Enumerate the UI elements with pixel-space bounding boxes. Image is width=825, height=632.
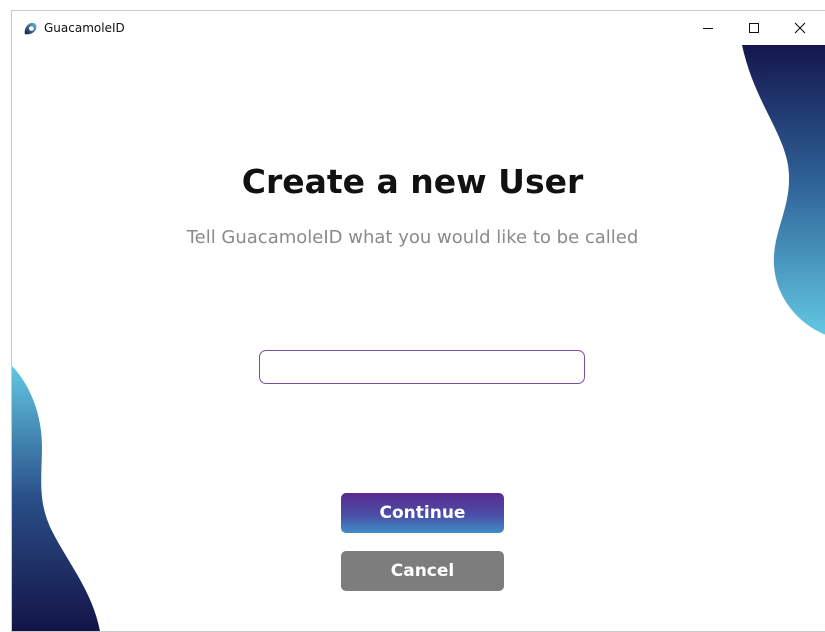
window-title: GuacamoleID — [44, 21, 125, 35]
minimize-icon — [703, 28, 713, 29]
page-subtitle: Tell GuacamoleID what you would like to … — [186, 227, 639, 248]
username-input[interactable] — [259, 350, 585, 384]
maximize-button[interactable] — [731, 11, 777, 45]
page-title: Create a new User — [241, 162, 584, 201]
close-button[interactable] — [777, 11, 823, 45]
maximize-icon — [749, 23, 759, 33]
guacamole-logo-icon — [24, 22, 37, 35]
close-icon — [794, 22, 806, 34]
decorative-blob-left — [12, 366, 100, 631]
decorative-blob-right — [742, 45, 825, 335]
continue-button[interactable]: Continue — [341, 493, 504, 533]
title-bar[interactable]: GuacamoleID — [12, 11, 825, 45]
app-window: GuacamoleID — [11, 10, 825, 632]
minimize-button[interactable] — [685, 11, 731, 45]
cancel-button[interactable]: Cancel — [341, 551, 504, 591]
